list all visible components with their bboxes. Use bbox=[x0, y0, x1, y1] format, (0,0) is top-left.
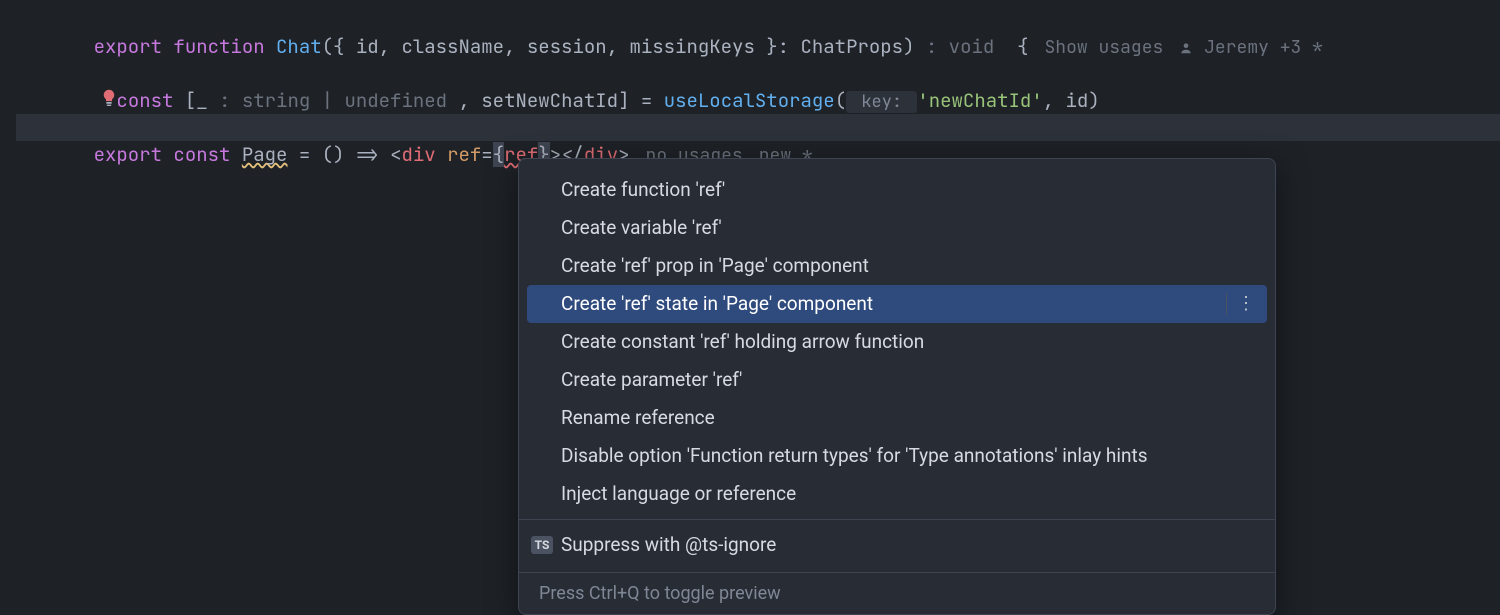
jsx-tag-div: div bbox=[401, 142, 435, 167]
intention-item-rename[interactable]: Rename reference bbox=[519, 399, 1275, 437]
code-line-2[interactable]: const [_ : string | undefined , setNewCh… bbox=[16, 60, 1500, 87]
code-line-bulb[interactable] bbox=[16, 87, 1500, 114]
jsx-attr-ref: ref bbox=[447, 142, 481, 167]
keyword-export: export bbox=[94, 142, 162, 167]
intention-item-suppress-ts[interactable]: TS Suppress with @ts-ignore bbox=[519, 526, 1275, 564]
separator-vline bbox=[1226, 293, 1227, 315]
const-name-page: Page bbox=[242, 142, 288, 167]
more-dots-icon[interactable]: ⋮ bbox=[1237, 295, 1255, 313]
popup-footer-hint: Press Ctrl+Q to toggle preview bbox=[519, 572, 1275, 614]
keyword-const: const bbox=[173, 142, 230, 167]
intention-item-more[interactable]: ⋮ bbox=[1226, 293, 1255, 315]
intention-item-disable-hint[interactable]: Disable option 'Function return types' f… bbox=[519, 437, 1275, 475]
intention-item-create-variable[interactable]: Create variable 'ref' bbox=[519, 209, 1275, 247]
intention-item-create-constant[interactable]: Create constant 'ref' holding arrow func… bbox=[519, 323, 1275, 361]
brace-open: { bbox=[493, 142, 504, 167]
popup-separator bbox=[519, 519, 1275, 520]
intention-item-create-prop[interactable]: Create 'ref' prop in 'Page' component bbox=[519, 247, 1275, 285]
intention-item-create-function[interactable]: Create function 'ref' bbox=[519, 171, 1275, 209]
ts-badge-icon: TS bbox=[531, 536, 553, 554]
intention-actions-popup: Create function 'ref' Create variable 'r… bbox=[518, 158, 1276, 615]
code-editor[interactable]: export function Chat({ id, className, se… bbox=[0, 0, 1500, 141]
intention-list: Create function 'ref' Create variable 'r… bbox=[519, 159, 1275, 572]
code-line-blank-1[interactable] bbox=[16, 33, 1500, 60]
intention-item-inject[interactable]: Inject language or reference bbox=[519, 475, 1275, 513]
intention-item-create-state[interactable]: Create 'ref' state in 'Page' component ⋮ bbox=[527, 285, 1267, 323]
intention-item-create-parameter[interactable]: Create parameter 'ref' bbox=[519, 361, 1275, 399]
code-line-3[interactable]: export const Page = () => <div ref={ref}… bbox=[16, 114, 1500, 141]
code-line-1[interactable]: export function Chat({ id, className, se… bbox=[16, 6, 1500, 33]
